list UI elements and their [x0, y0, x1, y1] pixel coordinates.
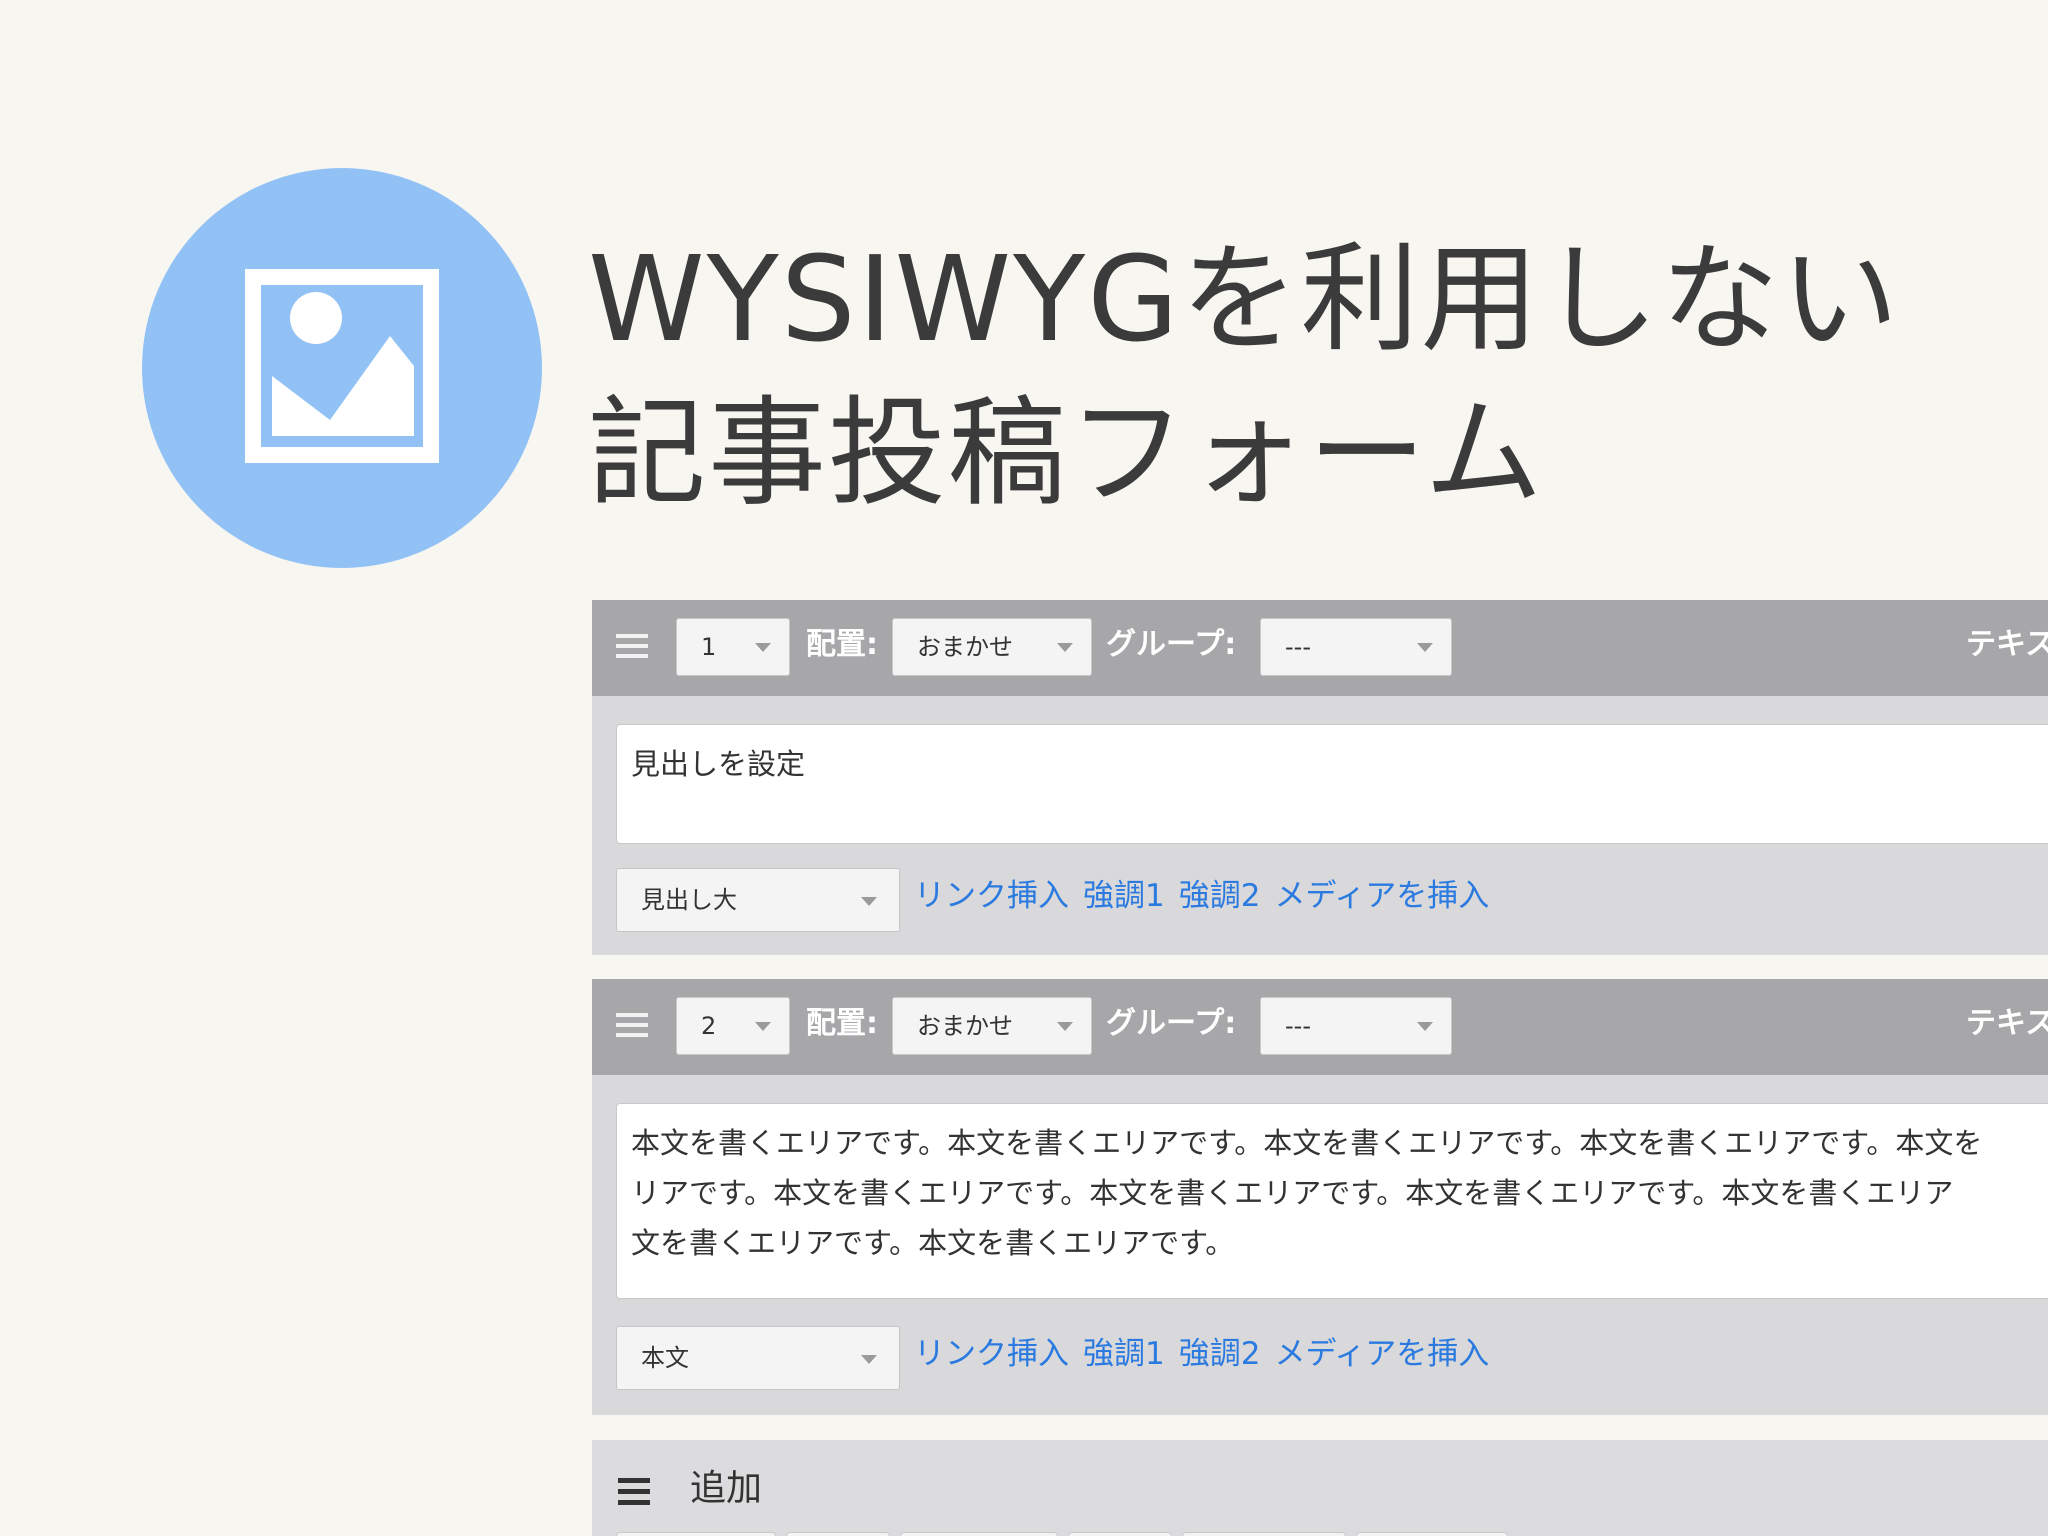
body-line-1: 本文を書くエリアです。本文を書くエリアです。本文を書くエリアです。本文を書くエリ… [631, 1126, 1983, 1160]
chevron-down-icon [861, 897, 877, 906]
chevron-down-icon [755, 1022, 771, 1031]
tag-value: 見出し大 [641, 886, 737, 914]
add-unit-button[interactable] [900, 1532, 1058, 1536]
chevron-down-icon [755, 643, 771, 652]
body-textarea[interactable]: 本文を書くエリアです。本文を書くエリアです。本文を書くエリアです。本文を書くエリ… [616, 1103, 2048, 1299]
placement-select[interactable]: おまかせ [892, 997, 1092, 1055]
unit-heading: 1 配置: おまかせ グループ: --- テキス 見出しを設定 見出し大 リンク… [592, 600, 2048, 955]
heading-text: 見出しを設定 [631, 747, 806, 781]
add-label: 追加 [690, 1468, 763, 1509]
insert-media-button[interactable]: メディアを挿入 [1274, 878, 1489, 914]
chevron-down-icon [1417, 1022, 1433, 1031]
tag-select[interactable]: 見出し大 [616, 868, 900, 932]
unit-header: 1 配置: おまかせ グループ: --- テキス [592, 600, 2048, 696]
add-unit-bar: 追加 [592, 1440, 2048, 1536]
emphasis2-button[interactable]: 強調2 [1179, 1336, 1261, 1372]
insert-media-button[interactable]: メディアを挿入 [1274, 1336, 1489, 1372]
unit-type-label: テキス [1966, 1006, 2048, 1041]
body-line-3: 文を書くエリアです。本文を書くエリアです。 [631, 1226, 1235, 1260]
chevron-down-icon [1057, 643, 1073, 652]
emphasis1-button[interactable]: 強調1 [1083, 878, 1165, 914]
unit-type-label: テキス [1966, 627, 2048, 662]
add-unit-button[interactable] [786, 1532, 890, 1536]
unit-body-text: 2 配置: おまかせ グループ: --- テキス 本文を書くエリアです。本文を書… [592, 979, 2048, 1415]
order-value: 2 [701, 1012, 717, 1040]
menu-icon [618, 1478, 650, 1506]
order-value: 1 [701, 633, 717, 661]
format-toolbar: リンク挿入 強調1 強調2 メディアを挿入 [914, 1326, 1503, 1382]
tag-value: 本文 [641, 1344, 689, 1372]
placement-value: おまかせ [917, 1012, 1013, 1040]
add-unit-buttons [616, 1532, 1518, 1536]
group-label: グループ: [1106, 1006, 1237, 1041]
title-line-2: 記事投稿フォーム [588, 384, 1545, 522]
emphasis1-button[interactable]: 強調1 [1083, 1336, 1165, 1372]
chevron-down-icon [861, 1355, 877, 1364]
group-value: --- [1285, 633, 1311, 661]
placement-label: 配置: [806, 627, 878, 662]
group-value: --- [1285, 1012, 1311, 1040]
drag-handle-icon[interactable] [616, 1013, 648, 1041]
group-select[interactable]: --- [1260, 618, 1452, 676]
placement-label: 配置: [806, 1006, 878, 1041]
add-unit-button[interactable] [616, 1532, 776, 1536]
page-title: WYSIWYGを利用しない 記事投稿フォーム [588, 222, 2028, 530]
body-line-2: リアです。本文を書くエリアです。本文を書くエリアです。本文を書くエリアです。本文… [631, 1176, 1954, 1210]
chevron-down-icon [1417, 643, 1433, 652]
chevron-down-icon [1057, 1022, 1073, 1031]
add-unit-button[interactable] [1356, 1532, 1508, 1536]
add-unit-button[interactable] [1068, 1532, 1172, 1536]
placement-value: おまかせ [917, 633, 1013, 661]
emphasis2-button[interactable]: 強調2 [1179, 878, 1261, 914]
group-select[interactable]: --- [1260, 997, 1452, 1055]
order-select[interactable]: 2 [676, 997, 790, 1055]
insert-link-button[interactable]: リンク挿入 [914, 1336, 1069, 1372]
unit-header: 2 配置: おまかせ グループ: --- テキス [592, 979, 2048, 1075]
add-unit-button[interactable] [1182, 1532, 1346, 1536]
order-select[interactable]: 1 [676, 618, 790, 676]
insert-link-button[interactable]: リンク挿入 [914, 878, 1069, 914]
tag-select[interactable]: 本文 [616, 1326, 900, 1390]
heading-input[interactable]: 見出しを設定 [616, 724, 2048, 844]
picture-icon [245, 269, 439, 463]
format-toolbar: リンク挿入 強調1 強調2 メディアを挿入 [914, 868, 1503, 924]
post-form: 1 配置: おまかせ グループ: --- テキス 見出しを設定 見出し大 リンク… [592, 600, 2048, 1536]
placement-select[interactable]: おまかせ [892, 618, 1092, 676]
image-icon [142, 168, 542, 568]
group-label: グループ: [1106, 627, 1237, 662]
title-line-1: WYSIWYGを利用しない [588, 230, 1901, 368]
drag-handle-icon[interactable] [616, 634, 648, 662]
